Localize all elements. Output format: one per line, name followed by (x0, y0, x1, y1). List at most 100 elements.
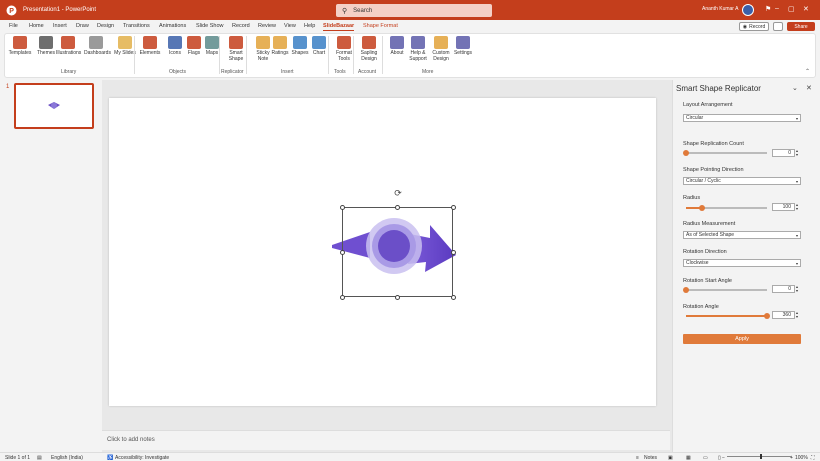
start-angle-slider[interactable] (683, 286, 767, 293)
replication-count-slider[interactable] (683, 149, 767, 156)
tab-slidebazaar[interactable]: SlideBazaar (323, 23, 355, 31)
slide-thumbnail[interactable] (14, 83, 94, 129)
tab-record[interactable]: Record (232, 23, 250, 29)
dashboards-button[interactable]: Dashboards (84, 36, 111, 56)
tab-home[interactable]: Home (29, 23, 44, 29)
notes-button[interactable]: Notes (644, 455, 657, 461)
ribbon-button-label: Elements (139, 50, 161, 56)
spinner-icon[interactable]: ▴ ▾ (796, 149, 798, 157)
start-angle-label: Rotation Start Angle (683, 278, 732, 284)
rotation-angle-slider[interactable] (686, 312, 770, 319)
slideshow-icon[interactable]: ▯ (718, 455, 721, 461)
apply-button[interactable]: Apply (683, 334, 801, 344)
zoom-slider-thumb[interactable] (760, 454, 762, 459)
close-icon[interactable]: ✕ (803, 5, 809, 13)
sapling-design-button[interactable]: Sapling Design (357, 36, 381, 62)
fit-to-window-icon[interactable]: ⛶ (811, 455, 815, 461)
resize-handle[interactable] (395, 294, 400, 300)
ribbon-button-label: Smart Shape (228, 50, 244, 62)
shapes-icon (293, 36, 307, 49)
search-input[interactable]: ⚲ Search (336, 4, 492, 17)
pointing-direction-value: Circular / Cyclic (686, 178, 721, 184)
themes-button[interactable]: Themes (34, 36, 58, 56)
language[interactable]: English (India) (51, 455, 83, 461)
tab-insert[interactable]: Insert (53, 23, 67, 29)
radius-measurement-label: Radius Measurement (683, 221, 736, 227)
user-name[interactable]: Ananth Kumar A (702, 6, 738, 12)
rotation-angle-input[interactable]: 360 (772, 311, 795, 319)
group-more: More (422, 69, 434, 75)
ribbon-button-label: Dashboards (84, 50, 111, 56)
dropdown-caret-icon: ▾ (795, 233, 798, 238)
spinner-icon[interactable]: ▴ ▾ (796, 311, 798, 319)
status-bar: Slide 1 of 1 ▤ English (India) ♿ Accessi… (0, 452, 820, 461)
avatar[interactable] (742, 4, 754, 16)
layout-arrangement-label: Layout Arrangement (683, 102, 733, 108)
resize-handle[interactable] (395, 204, 400, 210)
templates-button[interactable]: Templates (8, 36, 32, 56)
radius-measurement-value: As of Selected Shape (686, 232, 735, 238)
slider-thumb[interactable] (683, 149, 689, 156)
slider-thumb[interactable] (764, 312, 770, 319)
spinner-icon[interactable]: ▴ ▾ (796, 203, 798, 211)
tab-view[interactable]: View (284, 23, 296, 29)
tab-slide-show[interactable]: Slide Show (196, 23, 224, 29)
resize-handle[interactable] (339, 249, 345, 255)
slider-thumb[interactable] (683, 286, 689, 293)
smart-shape-button[interactable]: Smart Shape (224, 36, 248, 62)
resize-handle[interactable] (339, 294, 345, 300)
tab-review[interactable]: Review (258, 23, 276, 29)
illustrations-button[interactable]: Illustrations (56, 36, 82, 56)
zoom-level[interactable]: 100% (795, 455, 808, 461)
spelling-icon[interactable]: ▤ (37, 455, 42, 461)
ribbon-button-label: Illustrations (56, 50, 82, 56)
spinner-icon[interactable]: ▴ ▾ (796, 285, 798, 293)
pointing-direction-select[interactable]: Circular / Cyclic ▾ (683, 177, 801, 185)
tab-help[interactable]: Help (304, 23, 315, 29)
tab-shape-format[interactable]: Shape Format (363, 23, 398, 29)
pane-close-icon[interactable]: ✕ (806, 84, 812, 92)
share-button[interactable]: Share (787, 22, 815, 31)
radius-label: Radius (683, 195, 701, 201)
layout-arrangement-select[interactable]: Circular ▾ (683, 114, 801, 122)
ribbon-display-icon[interactable]: ⚑ (765, 5, 771, 13)
tab-draw[interactable]: Draw (76, 23, 89, 29)
zoom-out-icon[interactable]: − (722, 455, 725, 461)
radius-input[interactable]: 100 (772, 203, 795, 211)
tab-file[interactable]: File (9, 23, 18, 29)
resize-handle[interactable] (450, 204, 456, 210)
dashboards-icon (89, 36, 103, 49)
resize-handle[interactable] (450, 294, 456, 300)
tab-transitions[interactable]: Transitions (123, 23, 150, 29)
custom-design-button[interactable]: Custom Design (429, 36, 453, 62)
replication-count-input[interactable]: 0 (772, 149, 795, 157)
maximize-icon[interactable]: ▢ (788, 5, 795, 13)
slide-sorter-icon[interactable]: ▦ (686, 455, 691, 461)
accessibility-status[interactable]: Accessibility: Investigate (115, 455, 169, 461)
record-button[interactable]: ◉ Record (739, 22, 769, 31)
comments-button[interactable] (773, 22, 783, 31)
normal-view-icon[interactable]: ▣ (668, 455, 673, 461)
collapse-ribbon-icon[interactable]: ⌃ (805, 68, 810, 75)
resize-handle[interactable] (339, 204, 345, 210)
resize-handle[interactable] (450, 249, 456, 255)
minimize-icon[interactable]: – (775, 5, 779, 12)
notes-field[interactable]: Click to add notes (102, 430, 670, 450)
elements-icon (143, 36, 157, 49)
reading-view-icon[interactable]: ▭ (703, 455, 708, 461)
help-support-button[interactable]: Help & Support (406, 36, 430, 62)
radius-slider[interactable] (686, 204, 767, 211)
elements-button[interactable]: Elements (138, 36, 162, 56)
slider-thumb[interactable] (699, 204, 706, 211)
menu-bar: File Home Insert Draw Design Transitions… (0, 20, 820, 33)
rotation-direction-select[interactable]: Clockwise ▾ (683, 259, 801, 267)
slider-fill (686, 315, 767, 317)
tab-animations[interactable]: Animations (159, 23, 186, 29)
rotate-handle-icon[interactable]: ⟳ (393, 188, 403, 198)
start-angle-input[interactable]: 0 (772, 285, 795, 293)
maps-button[interactable]: Maps (200, 36, 224, 56)
pane-options-icon[interactable]: ⌄ (792, 84, 798, 92)
settings-button[interactable]: Settings (451, 36, 475, 56)
radius-measurement-select[interactable]: As of Selected Shape ▾ (683, 231, 801, 239)
tab-design[interactable]: Design (97, 23, 114, 29)
